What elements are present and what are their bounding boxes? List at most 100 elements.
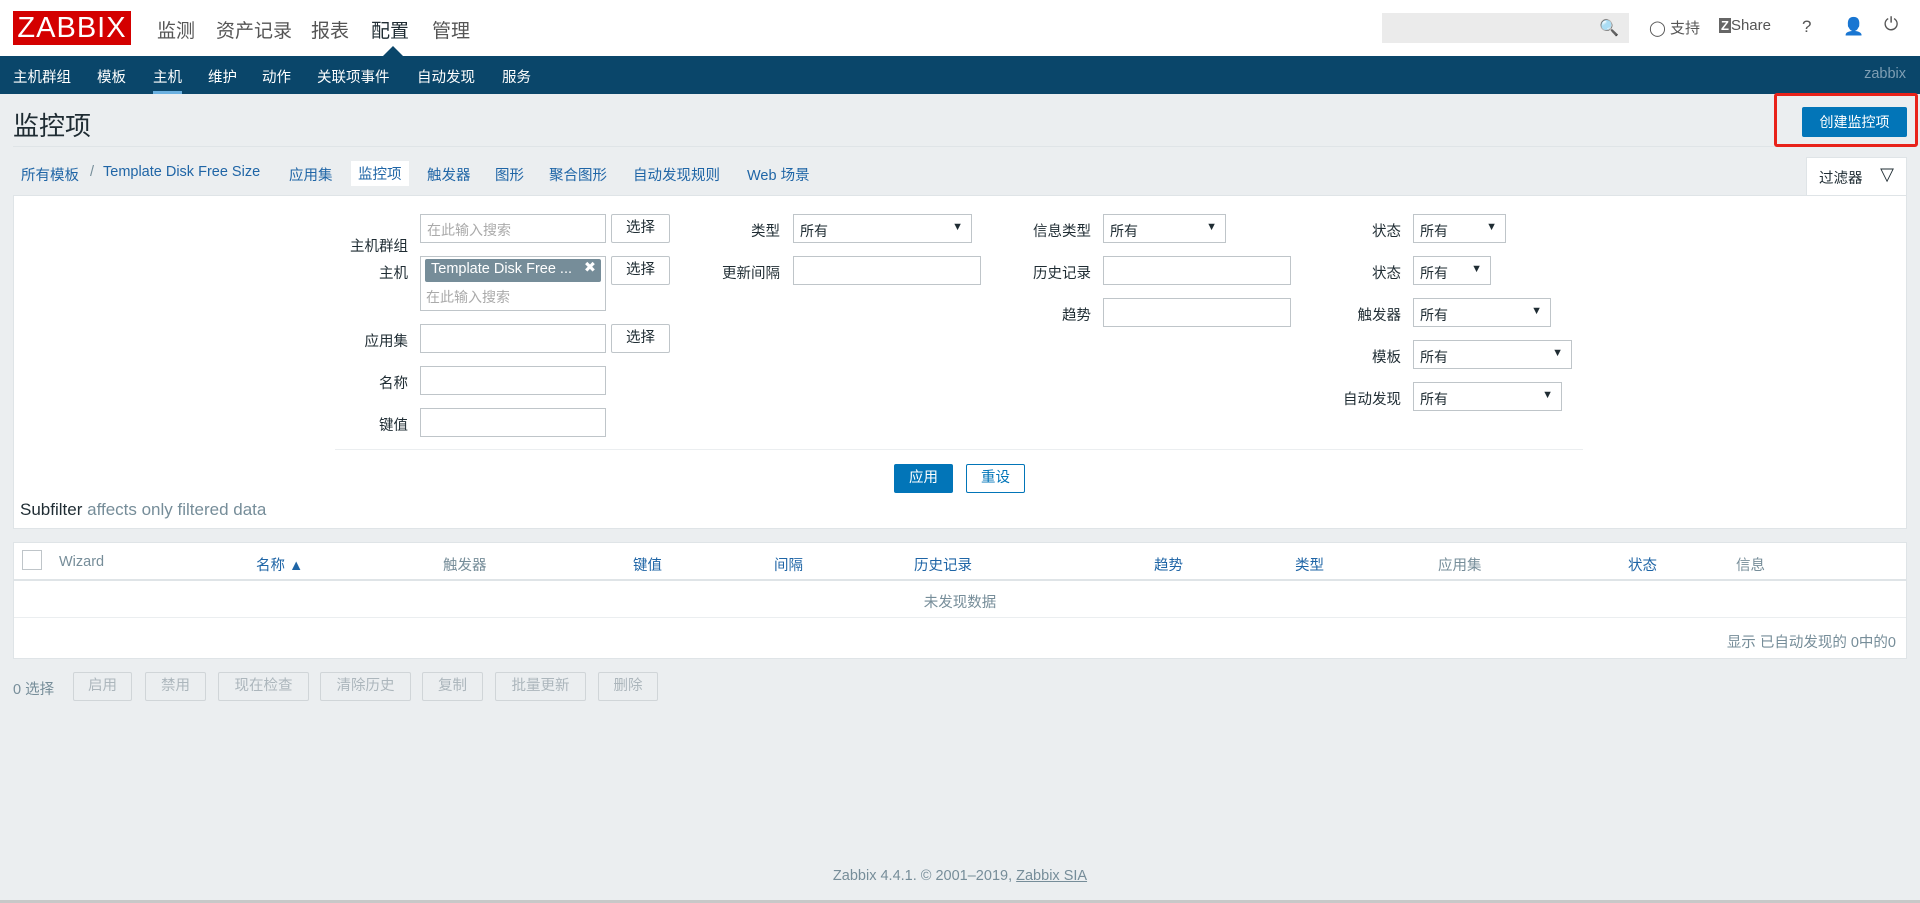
share-label: Share [1730, 17, 1771, 34]
delete-button[interactable]: 删除 [598, 672, 658, 701]
subnav-discovery[interactable]: 自动发现 [417, 66, 475, 87]
key-input[interactable] [420, 408, 606, 437]
column-status[interactable]: 状态 [1628, 554, 1657, 575]
application-select-button[interactable]: 选择 [611, 324, 670, 353]
tab-triggers[interactable]: 触发器 [427, 164, 471, 185]
status-select[interactable]: 所有 [1413, 256, 1491, 285]
support-link[interactable]: ◯ 支持 [1649, 17, 1700, 38]
host-group-input[interactable]: 在此输入搜索 [420, 214, 606, 243]
subnav-event-correlation[interactable]: 关联项事件 [317, 66, 390, 87]
tab-applications[interactable]: 应用集 [289, 164, 333, 185]
footer: Zabbix 4.4.1. © 2001–2019, Zabbix SIA [0, 868, 1920, 884]
column-trends[interactable]: 趋势 [1154, 554, 1183, 575]
filter-funnel-icon: ▽ [1880, 164, 1894, 184]
subfilter-label: Subfilter [20, 500, 83, 519]
breadcrumb-template[interactable]: Template Disk Free Size [103, 164, 260, 180]
current-user: zabbix [1864, 66, 1906, 82]
headset-icon: ◯ [1649, 20, 1666, 37]
share-link[interactable]: Z Share [1719, 17, 1771, 34]
host-search-placeholder[interactable]: 在此输入搜索 [426, 287, 510, 307]
reset-filter-button[interactable]: 重设 [966, 464, 1025, 493]
status-label: 状态 [1372, 266, 1401, 282]
remove-tag-icon[interactable]: ✖ [584, 260, 596, 276]
copy-button[interactable]: 复制 [422, 672, 483, 701]
host-tag: Template Disk Free ... ✖ [425, 259, 601, 282]
column-interval[interactable]: 间隔 [774, 554, 803, 575]
selected-count: 0 选择 [13, 682, 55, 698]
apply-filter-button[interactable]: 应用 [894, 464, 953, 493]
subnav-maintenance[interactable]: 维护 [208, 66, 237, 87]
zabbix-logo[interactable]: ZABBIX [13, 11, 131, 45]
subnav-hosts[interactable]: 主机 [153, 66, 182, 94]
column-key[interactable]: 键值 [633, 554, 662, 575]
column-triggers: 触发器 [443, 558, 487, 574]
menu-administration[interactable]: 管理 [432, 16, 470, 43]
tab-graphs[interactable]: 图形 [495, 164, 524, 185]
filter-tab[interactable]: 过滤器 ▽ [1806, 157, 1907, 197]
footer-text: Zabbix 4.4.1. © 2001–2019, [832, 868, 1013, 884]
select-all-checkbox[interactable] [22, 550, 42, 570]
triggers-select[interactable]: 所有 [1413, 298, 1551, 327]
name-input[interactable] [420, 366, 606, 395]
footer-link[interactable]: Zabbix SIA [1016, 868, 1087, 884]
highlight-annotation [1774, 93, 1918, 147]
sign-out-icon[interactable]: ⏻ [1884, 14, 1898, 35]
enable-button[interactable]: 启用 [73, 672, 132, 701]
breadcrumb-all-templates[interactable]: 所有模板 [21, 164, 79, 185]
filter-divider [335, 449, 1583, 450]
column-applications: 应用集 [1438, 558, 1482, 574]
subnav-host-groups[interactable]: 主机群组 [13, 66, 71, 87]
template-label: 模板 [1372, 350, 1401, 366]
state-label: 状态 [1372, 224, 1401, 240]
info-type-select[interactable]: 所有 [1103, 214, 1226, 243]
tab-screens[interactable]: 聚合图形 [549, 164, 607, 185]
subnav-actions[interactable]: 动作 [262, 66, 291, 87]
subnav-templates[interactable]: 模板 [97, 66, 126, 87]
title-divider [13, 146, 1907, 147]
update-interval-input[interactable] [793, 256, 981, 285]
template-select[interactable]: 所有 [1413, 340, 1572, 369]
menu-configuration[interactable]: 配置 [371, 16, 409, 43]
discovered-select[interactable]: 所有 [1413, 382, 1562, 411]
search-icon[interactable]: 🔍 [1599, 18, 1619, 38]
column-name[interactable]: 名称 ▲ [256, 554, 303, 575]
menu-inventory[interactable]: 资产记录 [216, 16, 292, 43]
check-now-button[interactable]: 现在检查 [218, 672, 309, 701]
column-info: 信息 [1736, 558, 1765, 574]
disable-button[interactable]: 禁用 [145, 672, 206, 701]
type-label: 类型 [751, 224, 780, 240]
column-history[interactable]: 历史记录 [914, 554, 972, 575]
tab-web-scenarios[interactable]: Web 场景 [747, 164, 810, 185]
name-label: 名称 [379, 376, 408, 392]
active-menu-caret [383, 46, 403, 56]
subnav-services[interactable]: 服务 [502, 66, 531, 87]
clear-history-button[interactable]: 清除历史 [320, 672, 411, 701]
trends-label: 趋势 [1062, 308, 1091, 324]
z-share-icon: Z [1719, 18, 1731, 33]
help-icon[interactable]: ? [1802, 17, 1811, 37]
support-label: 支持 [1669, 20, 1700, 37]
global-search-input[interactable]: 🔍 [1382, 13, 1629, 43]
type-select[interactable]: 所有 [793, 214, 972, 243]
menu-monitoring[interactable]: 监测 [157, 16, 195, 43]
state-select[interactable]: 所有 [1413, 214, 1506, 243]
tab-discovery-rules[interactable]: 自动发现规则 [633, 164, 720, 185]
menu-reports[interactable]: 报表 [311, 16, 349, 43]
user-profile-icon[interactable]: 👤 [1843, 17, 1864, 37]
row-divider [14, 617, 1906, 618]
application-label: 应用集 [364, 334, 409, 350]
mass-update-button[interactable]: 批量更新 [495, 672, 586, 701]
history-label: 历史记录 [1033, 266, 1091, 282]
column-type[interactable]: 类型 [1295, 554, 1324, 575]
key-label: 键值 [379, 418, 408, 434]
update-interval-label: 更新间隔 [722, 266, 780, 282]
trends-input[interactable] [1103, 298, 1291, 327]
triggers-label: 触发器 [1357, 308, 1402, 324]
info-type-label: 信息类型 [1033, 224, 1091, 240]
tab-items[interactable]: 监控项 [351, 161, 409, 186]
host-label: 主机 [379, 266, 408, 282]
history-input[interactable] [1103, 256, 1291, 285]
filter-tab-label: 过滤器 [1819, 171, 1863, 187]
application-input[interactable] [420, 324, 606, 353]
discovered-label: 自动发现 [1343, 392, 1401, 408]
